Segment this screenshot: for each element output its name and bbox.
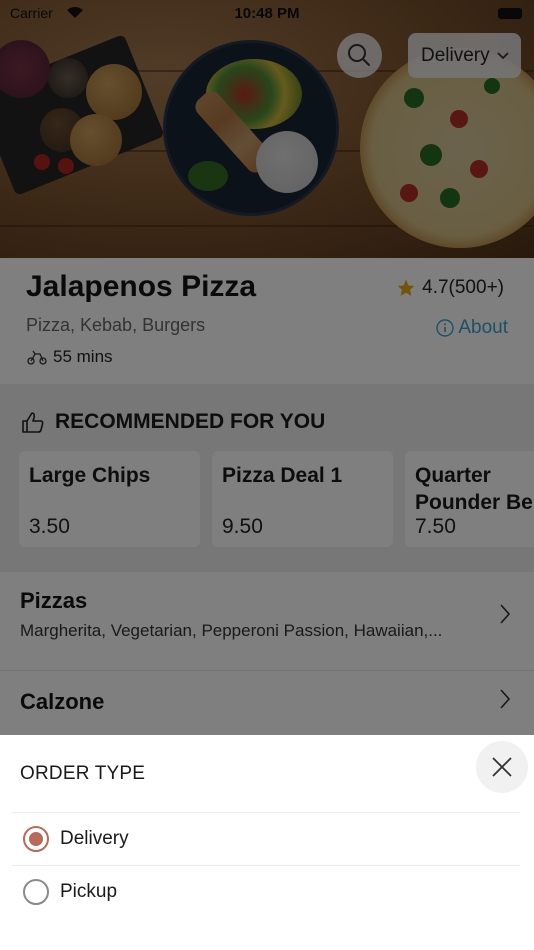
option-label: Pickup xyxy=(60,881,118,902)
order-type-sheet: ORDER TYPE Delivery Pickup xyxy=(0,735,534,950)
close-icon xyxy=(492,757,512,777)
sheet-title: ORDER TYPE xyxy=(20,763,146,784)
radio-selected[interactable] xyxy=(23,826,49,852)
close-button[interactable] xyxy=(476,741,528,793)
order-option-pickup[interactable]: Pickup xyxy=(0,866,534,918)
radio-unselected[interactable] xyxy=(23,879,49,905)
option-label: Delivery xyxy=(60,828,129,849)
order-option-delivery[interactable]: Delivery xyxy=(0,813,534,865)
